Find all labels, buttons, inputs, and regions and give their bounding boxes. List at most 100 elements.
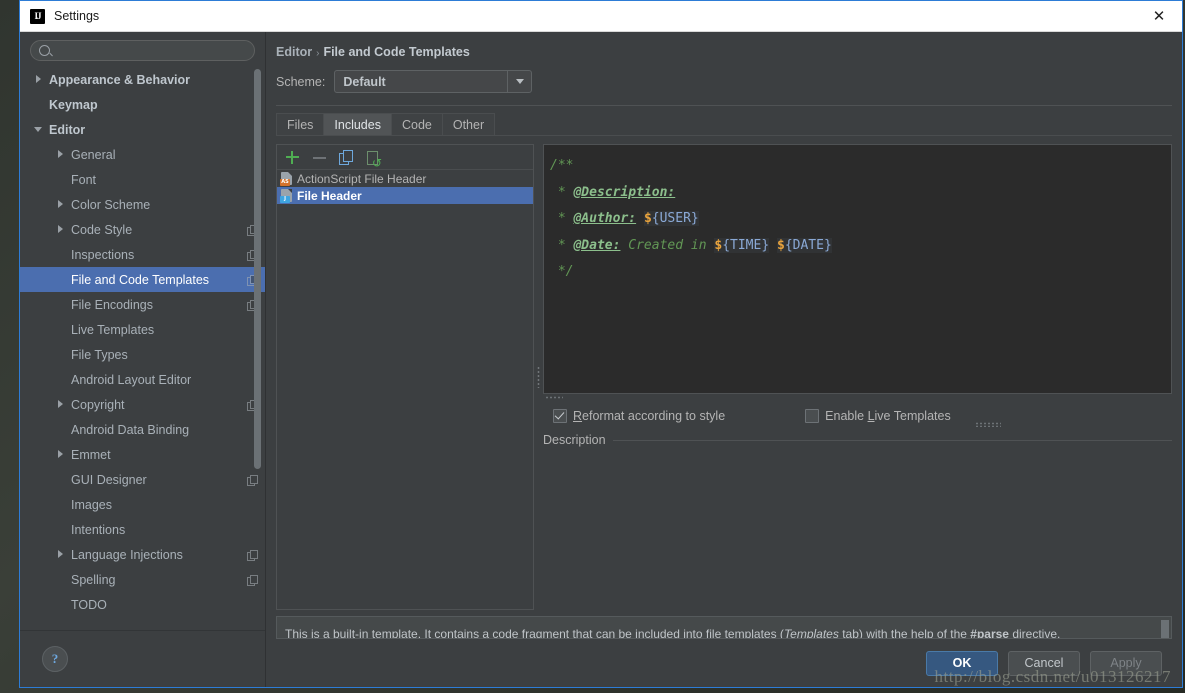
file-template-icon: AS <box>280 172 292 186</box>
sidebar-item-images[interactable]: Images <box>20 492 265 517</box>
project-scope-icon <box>247 549 258 561</box>
horizontal-splitter[interactable] <box>534 144 543 610</box>
chevron-right-icon[interactable] <box>56 199 67 210</box>
sidebar-item-file-and-code-templates[interactable]: File and Code Templates <box>20 267 265 292</box>
remove-icon[interactable] <box>312 150 327 165</box>
ok-button[interactable]: OK <box>926 650 998 676</box>
search-box[interactable] <box>30 40 255 61</box>
chevron-right-icon[interactable] <box>56 549 67 560</box>
reformat-checkbox[interactable]: Reformat according to style <box>553 409 725 423</box>
title-bar: IJ Settings ✕ <box>20 1 1182 32</box>
chevron-right-icon[interactable] <box>56 449 67 460</box>
code-token: @Author: <box>573 211 637 226</box>
live-templates-checkbox[interactable]: Enable Live Templates <box>805 409 951 423</box>
sidebar-item-gui-designer[interactable]: GUI Designer <box>20 467 265 492</box>
sidebar-item-color-scheme[interactable]: Color Scheme <box>20 192 265 217</box>
sidebar-item-code-style[interactable]: Code Style <box>20 217 265 242</box>
sidebar-item-font[interactable]: Font <box>20 167 265 192</box>
tab-code[interactable]: Code <box>390 113 443 135</box>
copy-icon[interactable] <box>339 149 354 165</box>
sidebar-item-todo[interactable]: TODO <box>20 592 265 617</box>
template-tabs[interactable]: Files Includes Code Other <box>266 113 1182 135</box>
template-editor[interactable]: /** * @Description: * @Author: ${USER} *… <box>543 144 1172 394</box>
code-token: $ <box>643 211 652 226</box>
sidebar-item-label: TODO <box>71 597 107 612</box>
chevron-right-icon[interactable] <box>34 74 45 85</box>
chevron-right-icon[interactable] <box>56 399 67 410</box>
sidebar-item-copyright[interactable]: Copyright <box>20 392 265 417</box>
chevron-down-icon[interactable] <box>507 71 531 92</box>
code-line: * @Description: <box>550 180 1171 207</box>
sidebar-item-inspections[interactable]: Inspections <box>20 242 265 267</box>
list-item[interactable]: J File Header <box>277 187 533 204</box>
tab-includes[interactable]: Includes <box>323 113 392 135</box>
scheme-row: Scheme: Default <box>266 59 1182 93</box>
sidebar-item-label: Spelling <box>71 572 116 587</box>
sidebar-item-label: Font <box>71 172 97 187</box>
tab-other[interactable]: Other <box>441 113 496 135</box>
chevron-down-icon[interactable] <box>34 124 45 135</box>
chevron-right-icon[interactable] <box>56 149 67 160</box>
project-scope-icon <box>247 474 258 486</box>
description-panel[interactable]: This is a built-in template. It contains… <box>276 616 1172 639</box>
template-list[interactable]: AS ActionScript File Header J File Header <box>277 170 533 609</box>
sidebar-item-emmet[interactable]: Emmet <box>20 442 265 467</box>
reformat-label-rest: eformat according to style <box>582 409 726 423</box>
breadcrumb: Editor › File and Code Templates <box>266 32 1182 59</box>
cancel-button[interactable]: Cancel <box>1008 650 1080 676</box>
sidebar-item-intentions[interactable]: Intentions <box>20 517 265 542</box>
sidebar-item-label: GUI Designer <box>71 472 147 487</box>
live-templates-grip-icon <box>974 421 1001 427</box>
code-line: */ <box>550 259 1171 286</box>
tab-files[interactable]: Files <box>276 113 325 135</box>
list-item-label: ActionScript File Header <box>297 171 427 186</box>
sidebar-item-language-injections[interactable]: Language Injections <box>20 542 265 567</box>
file-type-badge: AS <box>280 179 290 186</box>
scheme-dropdown[interactable]: Default <box>334 70 533 93</box>
sidebar-item-file-types[interactable]: File Types <box>20 342 265 367</box>
breadcrumb-root: Editor <box>276 45 313 59</box>
list-item[interactable]: AS ActionScript File Header <box>277 170 533 187</box>
project-scope-icon <box>247 574 258 586</box>
sidebar-item-live-templates[interactable]: Live Templates <box>20 317 265 342</box>
sidebar-item-general[interactable]: General <box>20 142 265 167</box>
list-item-label: File Header <box>297 188 362 203</box>
description-rule <box>612 439 1172 441</box>
sidebar-item-label: Language Injections <box>71 547 183 562</box>
sidebar-item-android-layout-editor[interactable]: Android Layout Editor <box>20 367 265 392</box>
sidebar-item-file-encodings[interactable]: File Encodings <box>20 292 265 317</box>
sidebar-item-keymap[interactable]: Keymap <box>20 92 265 117</box>
chevron-right-icon[interactable] <box>56 224 67 235</box>
apply-button[interactable]: Apply <box>1090 650 1162 676</box>
sidebar-item-label: Android Data Binding <box>71 422 190 437</box>
settings-tree[interactable]: Appearance & Behavior Keymap Editor General… <box>20 67 265 630</box>
reset-icon[interactable] <box>366 150 382 169</box>
sidebar-scrollbar-thumb[interactable] <box>254 69 261 469</box>
sidebar-item-label: Color Scheme <box>71 197 151 212</box>
template-list-toolbar[interactable] <box>277 145 533 170</box>
sidebar-item-spelling[interactable]: Spelling <box>20 567 265 592</box>
help-button[interactable]: ? <box>42 646 68 672</box>
code-token: Created in <box>620 237 715 253</box>
search-input[interactable] <box>56 42 246 59</box>
close-icon[interactable]: ✕ <box>1136 1 1182 31</box>
code-token: @Date: <box>573 237 621 253</box>
description-scrollbar-thumb[interactable] <box>1161 620 1169 638</box>
sidebar-item-appearance-behavior[interactable]: Appearance & Behavior <box>20 67 265 92</box>
sidebar-item-android-data-binding[interactable]: Android Data Binding <box>20 417 265 442</box>
editor-resize-grip[interactable] <box>543 394 1172 401</box>
sidebar-item-editor[interactable]: Editor <box>20 117 265 142</box>
add-icon[interactable] <box>285 150 300 165</box>
code-token: * <box>550 237 574 253</box>
dialog-footer: OK Cancel Apply <box>266 639 1182 687</box>
search-area <box>20 32 265 67</box>
code-token: * <box>550 211 574 226</box>
sidebar-item-label: Live Templates <box>71 322 155 337</box>
